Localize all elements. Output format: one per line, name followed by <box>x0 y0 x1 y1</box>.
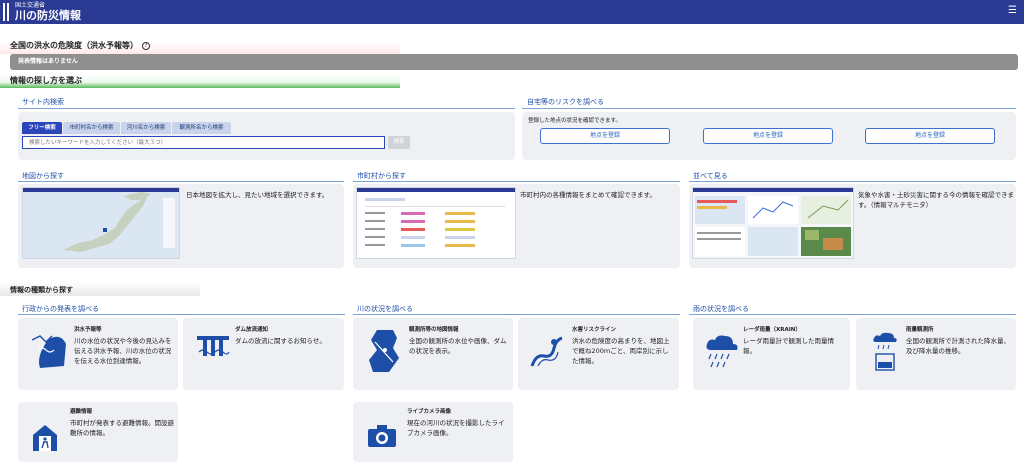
japan-map-thumbnail-graphic <box>23 188 179 258</box>
tab-station-search[interactable]: 観測所名から検索 <box>172 122 231 134</box>
evacuation-tile[interactable]: 避難情報 市町村が発表する避難情報。開設避難所の情報。 <box>18 402 178 462</box>
gov-title: 行政からの発表を調べる <box>22 305 99 313</box>
camera-icon <box>367 424 397 452</box>
home-risk-description: 登録した地点の状況を確認できます。 <box>528 118 621 124</box>
flood-forecast-tile[interactable]: 洪水予報等 川の水位の状況や今後の見込みを伝える洪水予報、川の水位の状況を伝える… <box>18 318 178 390</box>
compare-description: 気象や水害・土砂災害に関する今の情報を確認できます。（情報マルチモニタ） <box>858 191 1014 209</box>
city-page-thumbnail-graphic <box>357 188 515 247</box>
divider <box>353 181 680 182</box>
site-search-title: サイト内検索 <box>22 98 64 106</box>
rain-gauge-title: 雨量観測所 <box>906 327 934 333</box>
flood-forecast-icon-graphic <box>31 335 66 368</box>
risk-line-icon-graphic <box>530 336 563 367</box>
multi-monitor-thumbnail-graphic <box>693 188 853 256</box>
city-search-description: 市町村内の各種情報をまとめて確認できます。 <box>520 191 656 199</box>
radar-rain-description: レーダ雨量計で観測した雨量情報。 <box>743 337 834 355</box>
no-warning-notice: 発表情報はありません <box>10 54 1018 70</box>
dam-release-description: ダムの放流に関するお知らせ。 <box>235 337 326 345</box>
map-search-description: 日本地図を拡大し、見たい地域を選択できます。 <box>186 191 329 199</box>
tab-city-search[interactable]: 市町村名から検索 <box>63 122 120 134</box>
rain-title: 雨の状況を調べる <box>693 305 749 313</box>
search-button[interactable]: 検索 <box>388 136 410 149</box>
rain-gauge-icon <box>870 330 900 376</box>
divider <box>689 314 1016 315</box>
live-camera-title: ライブカメラ画像 <box>407 409 452 415</box>
camera-icon-graphic <box>368 425 396 447</box>
evacuation-title: 避難情報 <box>70 409 93 415</box>
divider <box>18 181 344 182</box>
tab-river-search[interactable]: 河川名から検索 <box>121 122 171 134</box>
river-title: 川の状況を調べる <box>357 305 413 313</box>
home-risk-title: 自宅等のリスクを調べる <box>527 98 604 106</box>
ministry-name: 国土交通省 <box>15 2 46 9</box>
rain-gauge-description: 全国の観測所で計測された降水量、及び降水量の推移。 <box>906 337 1010 355</box>
radar-rain-icon-graphic <box>706 335 738 368</box>
find-section-title: 情報の探し方を選ぶ <box>10 76 82 85</box>
risk-line-title: 水害リスクライン <box>572 327 617 333</box>
evacuation-icon <box>32 424 58 456</box>
risk-line-icon <box>528 334 564 374</box>
type-section-title: 情報の種類から探す <box>10 286 73 294</box>
divider <box>522 108 1016 109</box>
divider <box>18 314 345 315</box>
header-stripe <box>3 3 5 21</box>
japan-map-thumbnail[interactable] <box>22 187 180 259</box>
tab-free-search[interactable]: フリー検索 <box>22 122 62 134</box>
evacuation-description: 市町村が発表する避難情報。開設避難所の情報。 <box>70 419 174 437</box>
flood-forecast-title: 洪水予報等 <box>74 327 102 333</box>
site-header: 国土交通省 川の防災情報 ☰ <box>0 0 1024 24</box>
dam-release-icon-graphic <box>197 336 230 356</box>
station-map-title: 観測所等の地図情報 <box>409 327 459 333</box>
dam-release-title: ダム放流通知 <box>235 327 269 333</box>
station-map-icon <box>363 328 403 378</box>
live-camera-tile[interactable]: ライブカメラ画像 現在の河川の状況を撮影したライブカメラ画像。 <box>353 402 513 462</box>
help-icon[interactable]: ? <box>142 41 150 50</box>
flood-forecast-description: 川の水位の状況や今後の見込みを伝える洪水予報、川の水位の状況を伝える水位到達情報… <box>74 337 172 365</box>
hamburger-menu-icon[interactable]: ☰ <box>1008 6 1018 16</box>
multi-monitor-thumbnail[interactable] <box>692 187 854 259</box>
dam-release-tile[interactable]: ダム放流通知 ダムの放流に関するお知らせ。 <box>183 318 344 390</box>
radar-rain-icon <box>703 332 739 376</box>
evacuation-icon-graphic <box>33 425 57 451</box>
risk-line-description: 洪水の危険度の高まりを、地図上で概ね200mごと、両岸別に示した情報。 <box>572 337 670 365</box>
flood-forecast-icon <box>26 326 72 376</box>
register-location-button-2[interactable]: 地点を登録 <box>703 128 833 144</box>
search-input[interactable] <box>22 136 385 149</box>
radar-rain-title: レーダ雨量（XRAIN） <box>743 327 801 333</box>
map-search-title: 地図から探す <box>22 172 64 180</box>
rain-gauge-tile[interactable]: 雨量観測所 全国の観測所で計測された降水量、及び降水量の推移。 <box>856 318 1016 390</box>
divider <box>353 314 680 315</box>
radar-rain-tile[interactable]: レーダ雨量（XRAIN） レーダ雨量計で観測した雨量情報。 <box>693 318 850 390</box>
compare-title: 並べて見る <box>693 172 728 180</box>
header-stripe <box>7 3 9 21</box>
station-map-icon-graphic <box>369 330 399 372</box>
city-page-thumbnail[interactable] <box>356 187 516 259</box>
site-title[interactable]: 川の防災情報 <box>15 9 81 22</box>
rain-gauge-icon-graphic <box>873 332 897 371</box>
live-camera-description: 現在の河川の状況を撮影したライブカメラ画像。 <box>407 419 505 437</box>
station-map-description: 全国の観測所の水位や画像、ダムの状況を表示。 <box>409 337 507 355</box>
divider <box>689 181 1016 182</box>
register-location-button-3[interactable]: 地点を登録 <box>865 128 995 144</box>
station-map-tile[interactable]: 観測所等の地図情報 全国の観測所の水位や画像、ダムの状況を表示。 <box>353 318 513 390</box>
register-location-button-1[interactable]: 地点を登録 <box>540 128 670 144</box>
flood-section-title: 全国の洪水の危険度（洪水予報等）? <box>10 40 150 51</box>
divider <box>18 108 515 109</box>
dam-release-icon <box>195 330 231 364</box>
risk-line-tile[interactable]: 水害リスクライン 洪水の危険度の高まりを、地図上で概ね200mごと、両岸別に示し… <box>518 318 679 390</box>
city-search-title: 市町村から探す <box>357 172 406 180</box>
